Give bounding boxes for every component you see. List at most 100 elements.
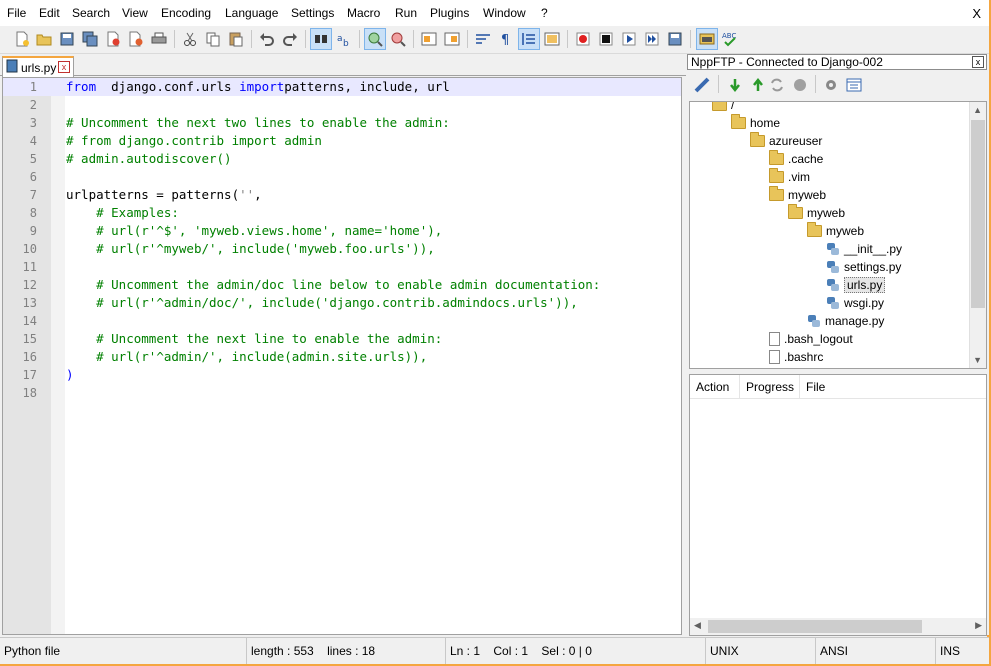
tree-node[interactable]: .vim xyxy=(769,168,810,186)
stop-macro-icon[interactable] xyxy=(595,28,617,50)
queue-col-file[interactable]: File xyxy=(800,375,986,399)
tree-node[interactable]: .cache xyxy=(769,150,823,168)
menu-macro[interactable]: Macro xyxy=(347,6,380,20)
abort-icon[interactable] xyxy=(790,75,810,95)
paste-icon[interactable] xyxy=(225,28,247,50)
code-editor[interactable]: 1 from django.conf.urls importpatterns, i… xyxy=(2,77,682,635)
tree-node[interactable]: myweb xyxy=(788,204,845,222)
tab-close-icon[interactable]: x xyxy=(58,61,70,73)
menu-file[interactable]: File xyxy=(7,6,26,20)
code-line[interactable]: 4 # from django.contrib import admin xyxy=(3,132,681,150)
code-line[interactable]: 3 # Uncomment the next two lines to enabl… xyxy=(3,114,681,132)
message-window-icon[interactable] xyxy=(844,75,864,95)
open-file-icon[interactable] xyxy=(33,28,55,50)
word-wrap-icon[interactable] xyxy=(472,28,494,50)
menu-edit[interactable]: Edit xyxy=(39,6,60,20)
status-eol[interactable]: UNIX xyxy=(706,638,816,664)
scroll-right-icon[interactable]: ▶ xyxy=(975,620,982,631)
spell-check-icon[interactable]: ABC xyxy=(719,28,741,50)
menu-search[interactable]: Search xyxy=(72,6,110,20)
zoom-in-icon[interactable] xyxy=(364,28,386,50)
tree-node[interactable]: .bash_logout xyxy=(769,330,853,348)
print-icon[interactable] xyxy=(148,28,170,50)
menu-view[interactable]: View xyxy=(122,6,148,20)
code-line[interactable]: 15 # Uncomment the next line to enable t… xyxy=(3,330,681,348)
cut-icon[interactable] xyxy=(179,28,201,50)
code-line[interactable]: 10 # url(r'^myweb/', include('myweb.foo.… xyxy=(3,240,681,258)
menu-language[interactable]: Language xyxy=(225,6,278,20)
undo-icon[interactable] xyxy=(256,28,278,50)
redo-icon[interactable] xyxy=(279,28,301,50)
queue-col-progress[interactable]: Progress xyxy=(740,375,800,399)
find-icon[interactable] xyxy=(310,28,332,50)
menu-settings[interactable]: Settings xyxy=(291,6,334,20)
status-encoding[interactable]: ANSI xyxy=(816,638,936,664)
tree-node[interactable]: settings.py xyxy=(826,258,901,276)
copy-icon[interactable] xyxy=(202,28,224,50)
tree-node[interactable]: / xyxy=(712,102,734,114)
nppftp-toggle-icon[interactable] xyxy=(696,28,718,50)
menu-encoding[interactable]: Encoding xyxy=(161,6,211,20)
record-macro-icon[interactable] xyxy=(572,28,594,50)
code-line[interactable]: 6 xyxy=(3,168,681,186)
settings-gear-icon[interactable] xyxy=(821,75,841,95)
connect-icon[interactable] xyxy=(692,75,712,95)
nppftp-close-icon[interactable]: x xyxy=(972,56,984,68)
code-line[interactable]: 2 xyxy=(3,96,681,114)
code-line[interactable]: 8 # Examples: xyxy=(3,204,681,222)
code-line[interactable]: 12 # Uncomment the admin/doc line below … xyxy=(3,276,681,294)
queue-col-action[interactable]: Action xyxy=(690,375,740,399)
tree-node[interactable]: __init__.py xyxy=(826,240,902,258)
tree-vertical-scrollbar[interactable]: ▲ ▼ xyxy=(969,102,986,368)
run-macro-multiple-icon[interactable] xyxy=(641,28,663,50)
tree-node[interactable]: myweb xyxy=(807,222,864,240)
code-line[interactable]: 16 # url(r'^admin/', include(admin.site.… xyxy=(3,348,681,366)
tree-node[interactable]: myweb xyxy=(769,186,826,204)
save-all-icon[interactable] xyxy=(79,28,101,50)
upload-icon[interactable] xyxy=(748,75,768,95)
new-file-icon[interactable] xyxy=(11,28,33,50)
replace-icon[interactable]: ab xyxy=(333,28,355,50)
scroll-down-icon[interactable]: ▼ xyxy=(973,355,982,365)
refresh-icon[interactable] xyxy=(767,75,787,95)
code-line[interactable]: 17) xyxy=(3,366,681,384)
close-document-button[interactable]: X xyxy=(972,6,981,21)
save-macro-icon[interactable] xyxy=(664,28,686,50)
scroll-left-icon[interactable]: ◀ xyxy=(694,620,701,631)
code-line[interactable]: 11 xyxy=(3,258,681,276)
menu-window[interactable]: Window xyxy=(483,6,526,20)
tree-node[interactable]: manage.py xyxy=(807,312,884,330)
close-all-icon[interactable] xyxy=(125,28,147,50)
tree-node[interactable]: .bashrc xyxy=(769,348,823,366)
tree-node[interactable]: home xyxy=(731,114,780,132)
sync-vertical-icon[interactable] xyxy=(418,28,440,50)
code-line[interactable]: 13 # url(r'^admin/doc/', include('django… xyxy=(3,294,681,312)
show-all-chars-icon[interactable]: ¶ xyxy=(495,28,517,50)
sync-horizontal-icon[interactable] xyxy=(441,28,463,50)
code-line[interactable]: 18 xyxy=(3,384,681,402)
code-line[interactable]: 14 xyxy=(3,312,681,330)
menu-help[interactable]: ? xyxy=(541,6,548,20)
tree-node[interactable]: azureuser xyxy=(750,132,822,150)
ftp-file-tree[interactable]: ▲ ▼ / home azureuser .cache .vim myweb myweb my… xyxy=(689,101,987,369)
save-icon[interactable] xyxy=(56,28,78,50)
code-line[interactable]: 7 urlpatterns = patterns('', xyxy=(3,186,681,204)
indent-guide-icon[interactable] xyxy=(518,28,540,50)
zoom-out-icon[interactable] xyxy=(387,28,409,50)
queue-horizontal-scrollbar[interactable]: ◀ ▶ xyxy=(690,618,986,635)
scroll-up-icon[interactable]: ▲ xyxy=(973,105,982,115)
code-line[interactable]: 1 from django.conf.urls importpatterns, i… xyxy=(3,78,681,96)
doc-map-icon[interactable] xyxy=(541,28,563,50)
code-line[interactable]: 5 # admin.autodiscover() xyxy=(3,150,681,168)
close-file-icon[interactable] xyxy=(102,28,124,50)
menu-run[interactable]: Run xyxy=(395,6,417,20)
tree-node[interactable]: urls.py xyxy=(826,276,886,294)
play-macro-icon[interactable] xyxy=(618,28,640,50)
menu-plugins[interactable]: Plugins xyxy=(430,6,469,20)
tab-urls-py[interactable]: urls.py x xyxy=(2,56,74,77)
tree-scroll-thumb[interactable] xyxy=(971,120,985,308)
tree-node[interactable]: wsgi.py xyxy=(826,294,884,312)
code-line[interactable]: 9 # url(r'^$', 'myweb.views.home', name=… xyxy=(3,222,681,240)
download-icon[interactable] xyxy=(725,75,745,95)
status-insert-mode[interactable]: INS xyxy=(936,638,989,664)
